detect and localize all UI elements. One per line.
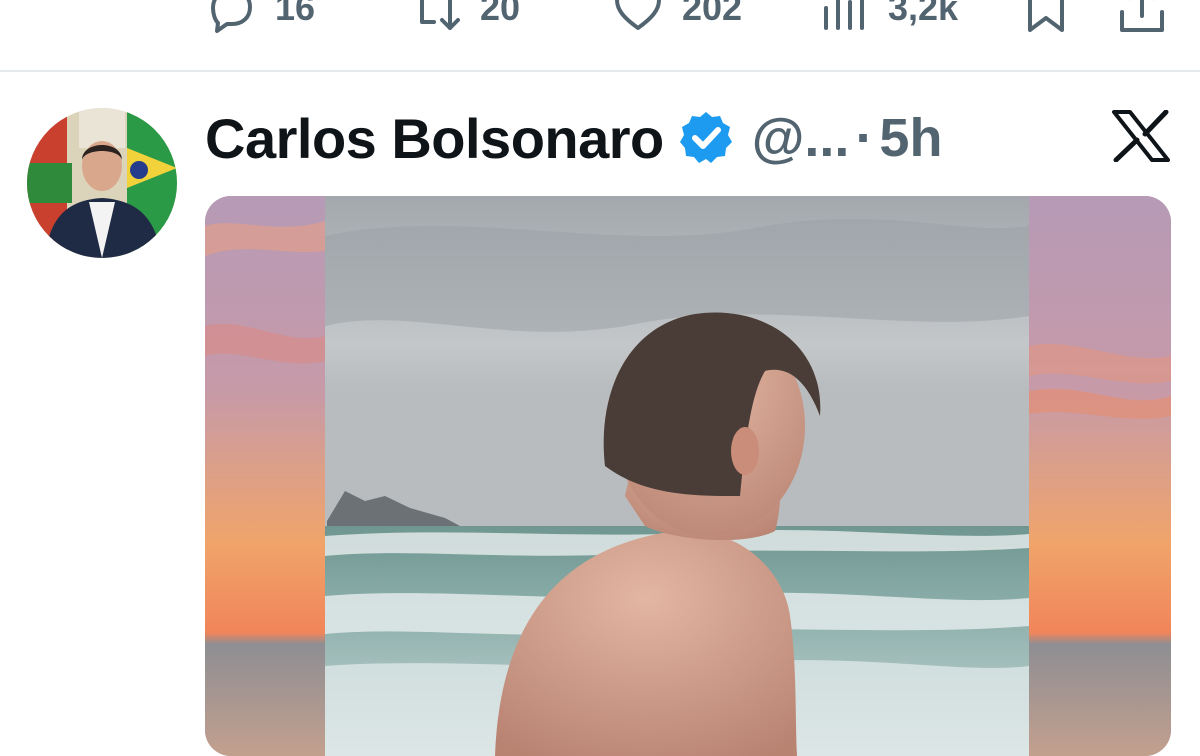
- reply-count: 16: [275, 0, 316, 28]
- reply-icon: [211, 0, 252, 33]
- heart-icon: [615, 0, 661, 30]
- reply-action[interactable]: 16: [205, 0, 315, 38]
- post-time[interactable]: 5h: [879, 107, 942, 169]
- avatar[interactable]: [27, 108, 177, 258]
- views-icon: [824, 0, 864, 30]
- video-frame: [205, 196, 1171, 756]
- tweet-header: Carlos Bolsonaro @... · 5h: [205, 100, 942, 176]
- bookmark-action[interactable]: [1020, 0, 1072, 38]
- share-icon: [1120, 0, 1164, 32]
- avatar-image: [27, 108, 177, 258]
- share-action[interactable]: [1116, 0, 1168, 38]
- tweet-media-video[interactable]: [205, 196, 1171, 756]
- views-action[interactable]: 3,2k: [818, 0, 958, 38]
- tweet-divider: [0, 70, 1200, 72]
- verified-badge-icon: [679, 112, 732, 163]
- repost-count: 20: [480, 0, 521, 28]
- author-name[interactable]: Carlos Bolsonaro: [205, 106, 664, 171]
- previous-tweet-action-bar: 16 20 202 3,2k: [0, 0, 1200, 48]
- bookmark-icon: [1028, 0, 1064, 32]
- like-action[interactable]: 202: [612, 0, 742, 38]
- repost-action[interactable]: 20: [410, 0, 520, 38]
- x-logo-icon[interactable]: [1112, 110, 1170, 162]
- separator-dot: ·: [855, 108, 874, 168]
- views-count: 3,2k: [888, 0, 959, 28]
- repost-icon: [420, 0, 460, 30]
- like-count: 202: [682, 0, 743, 28]
- author-handle[interactable]: @...: [752, 107, 850, 169]
